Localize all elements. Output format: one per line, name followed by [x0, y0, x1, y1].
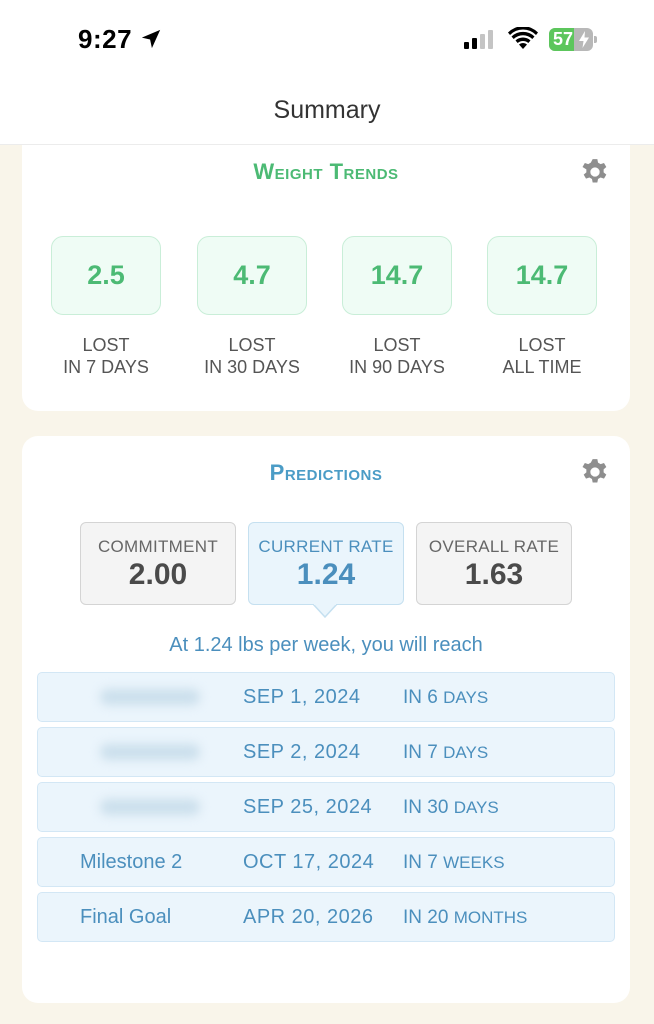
- milestone-row: SEP 25, 2024 IN 30 DAYS: [37, 782, 615, 832]
- milestone-row: SEP 2, 2024 IN 7 DAYS: [37, 727, 615, 777]
- milestone-name: Final Goal: [80, 906, 172, 928]
- weight-trends-card: Weight Trends 2.5 4.7 14.7 14.7 LOST IN …: [22, 145, 630, 411]
- milestone-name-redacted: [100, 744, 200, 760]
- rate-value: 1.24: [296, 558, 356, 591]
- selection-pointer: [313, 604, 337, 618]
- predictions-title: Predictions: [269, 460, 383, 485]
- stat-label-90-days: LOST IN 90 DAYS: [349, 335, 445, 377]
- rate-value: 2.00: [128, 558, 188, 591]
- milestone-eta: IN 30 DAYS: [403, 797, 499, 818]
- rate-label: COMMITMENT: [97, 537, 219, 556]
- milestone-name-redacted: [100, 689, 200, 705]
- milestone-name-redacted: [100, 799, 200, 815]
- gear-icon[interactable]: [581, 158, 609, 186]
- rate-option-overall-rate[interactable]: OVERALL RATE 1.63: [416, 522, 572, 605]
- stat-tile-7-days: 2.5: [51, 236, 161, 315]
- milestone-eta: IN 20 MONTHS: [403, 907, 528, 928]
- charging-bolt-icon: [579, 31, 589, 48]
- milestone-date: SEP 1, 2024: [243, 686, 361, 708]
- rate-label: OVERALL RATE: [428, 537, 560, 556]
- rate-label: CURRENT RATE: [258, 537, 394, 556]
- rate-option-commitment[interactable]: COMMITMENT 2.00: [80, 522, 236, 605]
- stat-label-30-days: LOST IN 30 DAYS: [204, 335, 300, 377]
- stat-tile-all-time: 14.7: [487, 236, 597, 315]
- status-time: 9:27: [78, 24, 133, 54]
- location-arrow-icon: [141, 29, 161, 49]
- stat-label-7-days: LOST IN 7 DAYS: [63, 335, 149, 377]
- rate-value: 1.63: [464, 558, 524, 591]
- wifi-icon: [508, 27, 538, 49]
- stat-tile-30-days: 4.7: [197, 236, 307, 315]
- milestone-date: SEP 2, 2024: [243, 741, 361, 763]
- rate-option-current-rate[interactable]: CURRENT RATE 1.24: [248, 522, 404, 605]
- milestone-eta: IN 7 DAYS: [403, 742, 489, 763]
- milestone-eta: IN 6 DAYS: [403, 687, 489, 708]
- cellular-signal-icon: [464, 30, 493, 49]
- battery-percent: 57: [553, 29, 574, 49]
- milestone-date: APR 20, 2026: [243, 906, 374, 928]
- battery-icon: 57: [549, 28, 597, 51]
- milestone-row: Final Goal APR 20, 2026 IN 20 MONTHS: [37, 892, 615, 942]
- gear-icon[interactable]: [581, 458, 609, 486]
- reach-description: At 1.24 lbs per week, you will reach: [169, 634, 483, 656]
- stat-label-all-time: LOST ALL TIME: [502, 335, 582, 377]
- milestone-date: SEP 25, 2024: [243, 796, 373, 818]
- stat-tile-90-days: 14.7: [342, 236, 452, 315]
- milestone-eta: IN 7 WEEKS: [403, 852, 505, 873]
- milestone-name: Milestone 2: [80, 851, 183, 873]
- weight-trends-title: Weight Trends: [253, 159, 399, 184]
- milestone-date: OCT 17, 2024: [243, 851, 375, 873]
- page-title: Summary: [273, 96, 381, 124]
- navigation-bar: Summary: [0, 80, 654, 145]
- milestone-row: Milestone 2 OCT 17, 2024 IN 7 WEEKS: [37, 837, 615, 887]
- milestone-row: SEP 1, 2024 IN 6 DAYS: [37, 672, 615, 722]
- status-bar: 9:27 57: [0, 0, 654, 80]
- predictions-card: Predictions COMMITMENT 2.00 CURRENT RATE…: [22, 436, 630, 1003]
